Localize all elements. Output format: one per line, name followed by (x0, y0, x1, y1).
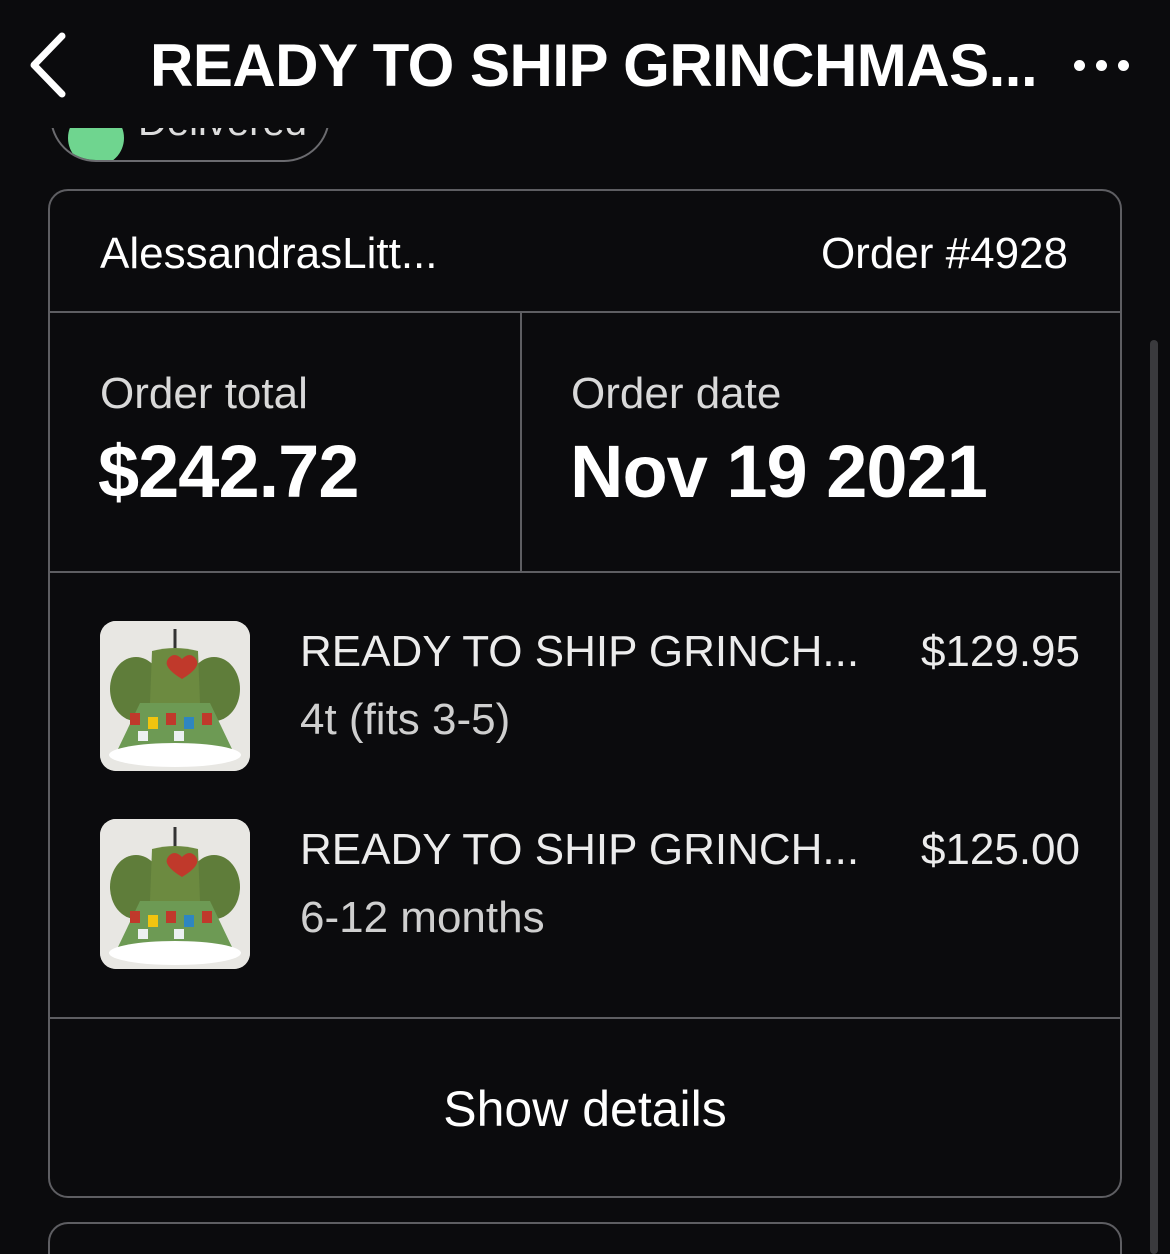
order-detail-screen: READY TO SHIP GRINCHMAS... Delivered Ale… (0, 0, 1170, 1254)
order-header-row: AlessandrasLitt... Order #4928 (50, 191, 1120, 313)
item-price: $125.00 (920, 825, 1080, 874)
item-title: READY TO SHIP GRINCH... (300, 825, 860, 874)
more-horizontal-icon (1096, 60, 1107, 71)
chevron-left-icon (30, 32, 66, 98)
more-horizontal-icon (1118, 60, 1129, 71)
next-card (48, 1222, 1122, 1254)
product-thumbnail (100, 819, 250, 969)
item-title: READY TO SHIP GRINCH... (300, 627, 860, 676)
product-thumbnail (100, 621, 250, 771)
order-summary-row: Order total $242.72 Order date Nov 19 20… (50, 311, 1120, 573)
order-total-value: $242.72 (98, 430, 359, 513)
more-horizontal-icon (1074, 60, 1085, 71)
item-variant: 4t (fits 3-5) (300, 695, 511, 744)
order-total-label: Order total (100, 369, 308, 418)
scrollbar[interactable] (1150, 340, 1158, 1254)
order-card-footer: Show details (50, 1019, 1120, 1196)
more-options-button[interactable] (1064, 48, 1140, 84)
summary-divider (520, 311, 522, 571)
back-button[interactable] (24, 30, 74, 100)
item-variant: 6-12 months (300, 893, 545, 942)
show-details-button[interactable]: Show details (50, 1019, 1120, 1196)
item-price: $129.95 (920, 627, 1080, 676)
shop-name-link[interactable]: AlessandrasLitt... (100, 229, 438, 279)
order-card: AlessandrasLitt... Order #4928 Order tot… (48, 189, 1122, 1198)
order-number: Order #4928 (820, 229, 1068, 278)
order-date-label: Order date (571, 369, 782, 418)
top-navigation-bar: READY TO SHIP GRINCHMAS... (0, 0, 1170, 128)
order-item[interactable]: READY TO SHIP GRINCH... $125.00 6-12 mon… (100, 819, 1080, 969)
page-title: READY TO SHIP GRINCHMAS... (150, 32, 1038, 99)
order-items-list: READY TO SHIP GRINCH... $129.95 4t (fits… (50, 571, 1120, 1019)
order-date-value: Nov 19 2021 (570, 430, 988, 513)
order-item[interactable]: READY TO SHIP GRINCH... $129.95 4t (fits… (100, 621, 1080, 771)
